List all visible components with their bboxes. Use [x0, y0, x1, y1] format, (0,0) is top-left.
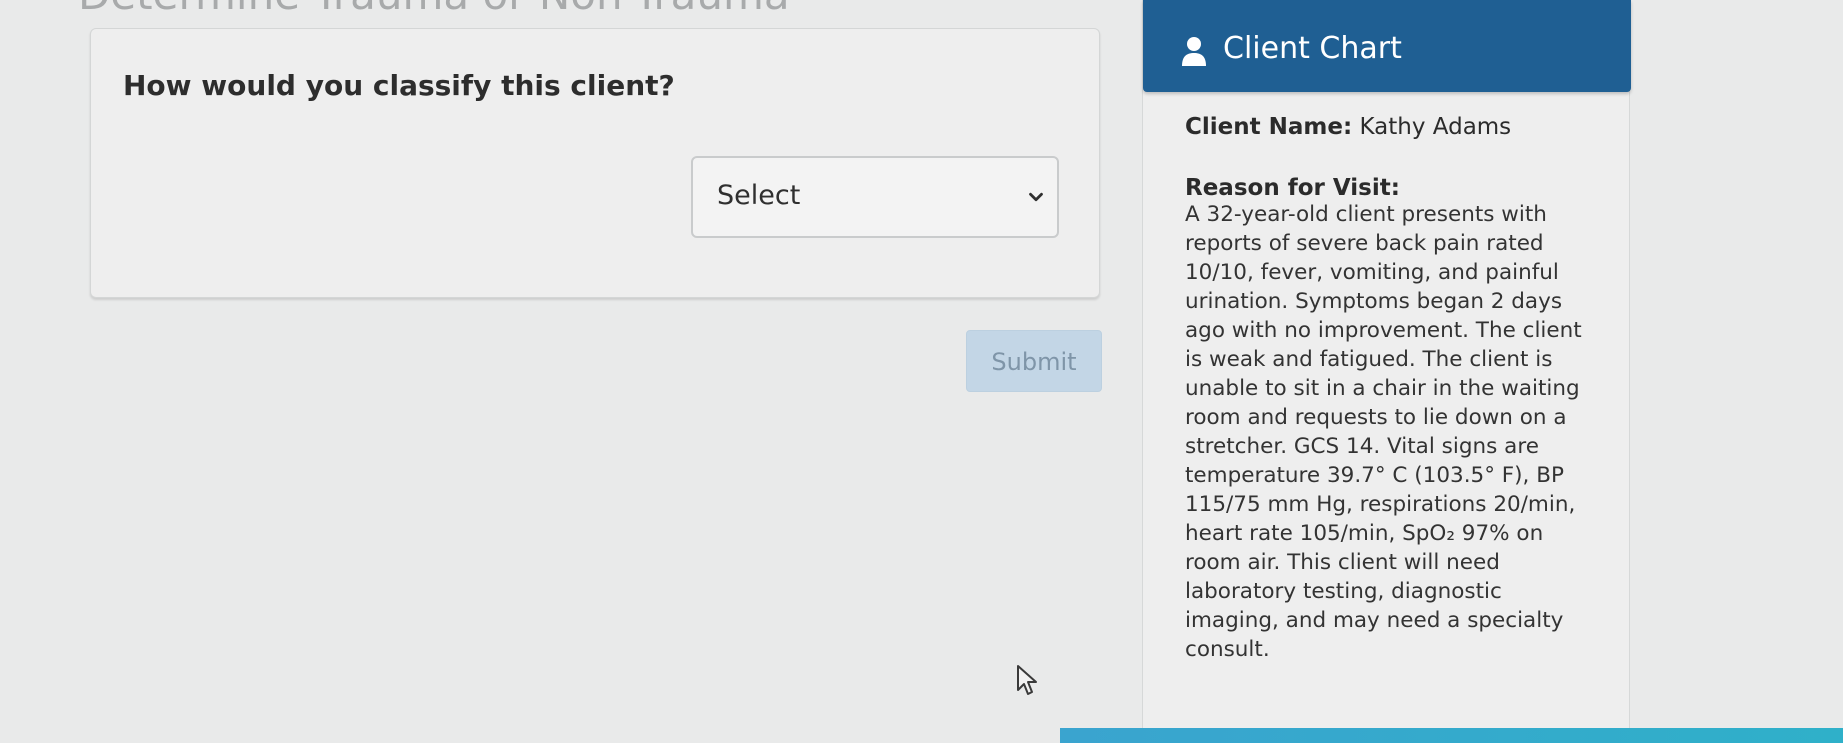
page-heading: Determine Trauma or Non-Trauma [78, 0, 790, 19]
reason-for-visit-label: Reason for Visit: [1185, 175, 1400, 201]
client-chart-title: Client Chart [1223, 31, 1402, 66]
person-icon [1182, 37, 1206, 66]
select-value: Select [717, 180, 801, 211]
client-chart-panel: Client Chart Client Name: Kathy Adams Re… [1142, 0, 1631, 743]
question-card: How would you classify this client? Sele… [90, 28, 1100, 298]
classification-select[interactable]: Select [691, 156, 1059, 238]
bottom-accent-bar [1060, 728, 1843, 743]
reason-for-visit-text: A 32-year-old client presents with repor… [1185, 202, 1582, 662]
client-name-value: Kathy Adams [1359, 114, 1512, 140]
client-name-row: Client Name: Kathy Adams [1185, 114, 1511, 140]
client-name-label: Client Name: [1185, 114, 1353, 140]
question-text: How would you classify this client? [123, 69, 675, 102]
submit-button[interactable]: Submit [966, 330, 1102, 392]
chevron-down-icon [1029, 192, 1043, 202]
client-chart-header: Client Chart [1143, 0, 1631, 92]
mouse-cursor-icon [1017, 665, 1037, 695]
